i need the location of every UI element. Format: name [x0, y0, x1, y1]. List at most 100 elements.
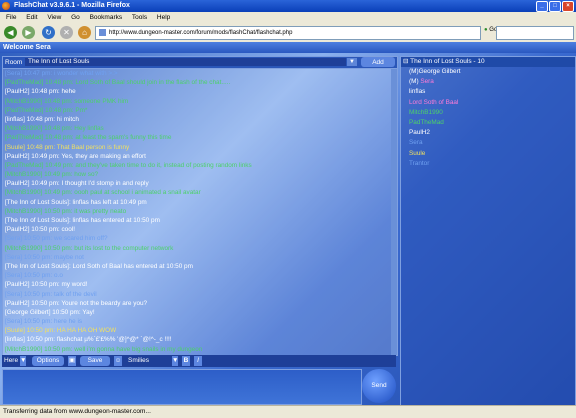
- options-button[interactable]: Options: [32, 356, 64, 366]
- user-list-item[interactable]: linflas: [401, 87, 575, 97]
- chat-message: [PaulH2] 10:50 pm: my word!: [5, 281, 88, 289]
- chat-message: [MitchB1990] 10:49 pm: oooh paul at scho…: [5, 189, 201, 197]
- user-list-title: The Inn of Lost Souls - 10: [410, 58, 485, 65]
- user-name: PadTheMad: [409, 118, 444, 126]
- menu-bookmarks[interactable]: Bookmarks: [90, 14, 123, 21]
- status-dropdown-icon[interactable]: ▼: [20, 356, 26, 366]
- chat-message: [Sera] 10:50 pm: here he is: [5, 318, 83, 326]
- room-label: Room: [5, 59, 23, 66]
- home-icon[interactable]: ⌂: [78, 26, 91, 39]
- user-list-item[interactable]: Trantor: [401, 159, 575, 169]
- chat-message: [PaulH2] 10:49 pm: Yes, they are making …: [5, 152, 146, 160]
- user-name: MitchB1990: [409, 108, 443, 116]
- chat-message: [PaulH2] 10:50 pm: cool!: [5, 226, 75, 234]
- chat-message: [MitchB1990] 10:48 pm: someone PMK him: [5, 97, 129, 105]
- chat-message: [MitchB1990] 10:48 pm: Hey linflas: [5, 125, 104, 133]
- chat-message: [Suule] 10:50 pm: HA HA HA OH WOW: [5, 327, 117, 335]
- status-here[interactable]: Here: [4, 356, 18, 366]
- save-icon: ▣: [68, 356, 76, 366]
- nav-toolbar: ◀ ▶ ↻ ✕ ⌂ http://www.dungeon-master.com/…: [0, 23, 576, 43]
- address-field[interactable]: http://www.dungeon-master.com/forum/mods…: [95, 26, 481, 40]
- user-list: ⊟ The Inn of Lost Souls - 10 (M)George G…: [400, 56, 576, 406]
- user-list-item[interactable]: MitchB1990: [401, 108, 575, 118]
- chat-message: [PaulH2] 10:48 pm: hehe: [5, 88, 76, 96]
- maximize-button[interactable]: □: [549, 1, 561, 12]
- save-button[interactable]: Save: [80, 356, 110, 366]
- user-list-header: ⊟ The Inn of Lost Souls - 10: [401, 57, 575, 67]
- menu-help[interactable]: Help: [157, 14, 170, 21]
- control-bar: Here ▼ Options ▣ Save ☺ Smilies ▼ B I: [2, 355, 396, 367]
- chat-message: [PadTheMad] 10:49 pm: and they've taken …: [5, 161, 252, 169]
- back-icon[interactable]: ◀: [4, 26, 17, 39]
- chat-message: [PadTheMad] 10:48 pm: Lord Soth of Baal …: [5, 79, 231, 87]
- add-room-button[interactable]: Add: [361, 57, 395, 67]
- address-url: http://www.dungeon-master.com/forum/mods…: [109, 30, 293, 36]
- chat-message: [The Inn of Lost Souls]: linflas has lef…: [5, 198, 147, 206]
- chat-log[interactable]: [Sera] 10:47 pm: i wonder what with >.> […: [2, 68, 398, 356]
- stop-icon[interactable]: ✕: [60, 26, 73, 39]
- firefox-icon: [2, 2, 10, 10]
- chat-message: [Sera] 10:47 pm: i wonder what with >.>: [5, 70, 118, 77]
- chat-message: [Suule] 10:48 pm: That Baal person is fu…: [5, 143, 130, 151]
- chat-message: [PaulH2] 10:49 pm: I thought I'd stomp i…: [5, 180, 149, 188]
- italic-button[interactable]: I: [194, 356, 202, 366]
- user-list-item[interactable]: PaulH2: [401, 128, 575, 138]
- user-name: (M): [409, 78, 421, 86]
- user-name: (M)George Gilbert: [409, 68, 461, 75]
- room-select[interactable]: The Inn of Lost Souls: [25, 58, 346, 66]
- chat-message: [PadTheMad] 10:48 pm: at least the spam'…: [5, 134, 172, 142]
- chat-message: [MitchB1990] 10:50 pm: but its lost to t…: [5, 244, 174, 252]
- menu-view[interactable]: View: [47, 14, 61, 21]
- chat-message: [PaulH2] 10:50 pm: Youre not the beardy …: [5, 299, 148, 307]
- smilies-select[interactable]: Smilies: [126, 356, 172, 366]
- user-list-item[interactable]: PadTheMad: [401, 118, 575, 128]
- chat-message: [Sera] 10:50 pm: we scared him off?: [5, 235, 108, 243]
- user-name: PaulH2: [409, 129, 430, 137]
- window-title: FlashChat v3.9.6.1 - Mozilla Firefox: [14, 2, 130, 9]
- user-name: linflas: [409, 88, 426, 96]
- chat-message: [The Inn of Lost Souls]: Lord Soth of Ba…: [5, 262, 193, 270]
- user-name-extra: Sera: [420, 78, 434, 86]
- user-name: Lord Soth of Baal: [409, 98, 459, 106]
- smilies-icon: ☺: [114, 356, 122, 366]
- forward-icon[interactable]: ▶: [22, 26, 35, 39]
- chat-message: [MitchB1990] 10:50 pm: well i'm gonna ha…: [5, 345, 203, 353]
- menu-file[interactable]: File: [6, 14, 16, 21]
- user-list-item[interactable]: Suule: [401, 149, 575, 159]
- flashchat-panel: Room The Inn of Lost Souls ▼ Add [Sera] …: [0, 53, 576, 406]
- close-button[interactable]: ×: [562, 1, 574, 12]
- send-button[interactable]: Send: [362, 369, 396, 403]
- chevron-down-icon[interactable]: ▼: [347, 58, 357, 66]
- user-list-item[interactable]: (M)George Gilbert: [401, 67, 575, 77]
- menu-go[interactable]: Go: [71, 14, 80, 21]
- welcome-text: Welcome Sera: [3, 44, 51, 51]
- user-list-item[interactable]: (M) Sera: [401, 77, 575, 87]
- search-input[interactable]: [496, 26, 574, 40]
- chat-message: [Sera] 10:50 pm: o.o: [5, 272, 63, 280]
- user-name: Trantor: [409, 159, 430, 167]
- menu-edit[interactable]: Edit: [26, 14, 37, 21]
- user-name: Suule: [409, 149, 426, 157]
- chat-message: [linflas] 10:48 pm: hi mitch: [5, 115, 79, 123]
- smilies-dropdown-icon[interactable]: ▼: [172, 356, 178, 366]
- menu-bar: File Edit View Go Bookmarks Tools Help: [0, 12, 576, 23]
- menu-tools[interactable]: Tools: [132, 14, 147, 21]
- bold-button[interactable]: B: [182, 356, 190, 366]
- status-bar: Transferring data from www.dungeon-maste…: [0, 405, 576, 418]
- chat-message: [Sera] 10:50 pm: talk of the devil: [5, 290, 97, 298]
- minimize-button[interactable]: _: [536, 1, 548, 12]
- chat-message: [PadTheMad] 10:48 pm: Pm*: [5, 106, 88, 114]
- chat-message: [MitchB1990] 10:49 pm: how so?: [5, 171, 99, 179]
- chat-scrollbar[interactable]: [391, 69, 397, 355]
- chat-message: [MitchB1990] 10:50 pm: it was pretty nea…: [5, 207, 127, 215]
- chat-message: [George Gilbert] 10:50 pm: Yay!: [5, 308, 95, 316]
- user-name: Sera: [409, 139, 423, 147]
- reload-icon[interactable]: ↻: [42, 26, 55, 39]
- site-favicon: [99, 28, 106, 36]
- go-icon: ●: [484, 27, 488, 33]
- welcome-bar: Welcome Sera: [0, 42, 576, 53]
- user-list-item[interactable]: Lord Soth of Baal: [401, 98, 575, 108]
- message-input[interactable]: [2, 369, 362, 405]
- user-list-item[interactable]: Sera: [401, 138, 575, 148]
- window-controls: _ □ ×: [536, 1, 574, 12]
